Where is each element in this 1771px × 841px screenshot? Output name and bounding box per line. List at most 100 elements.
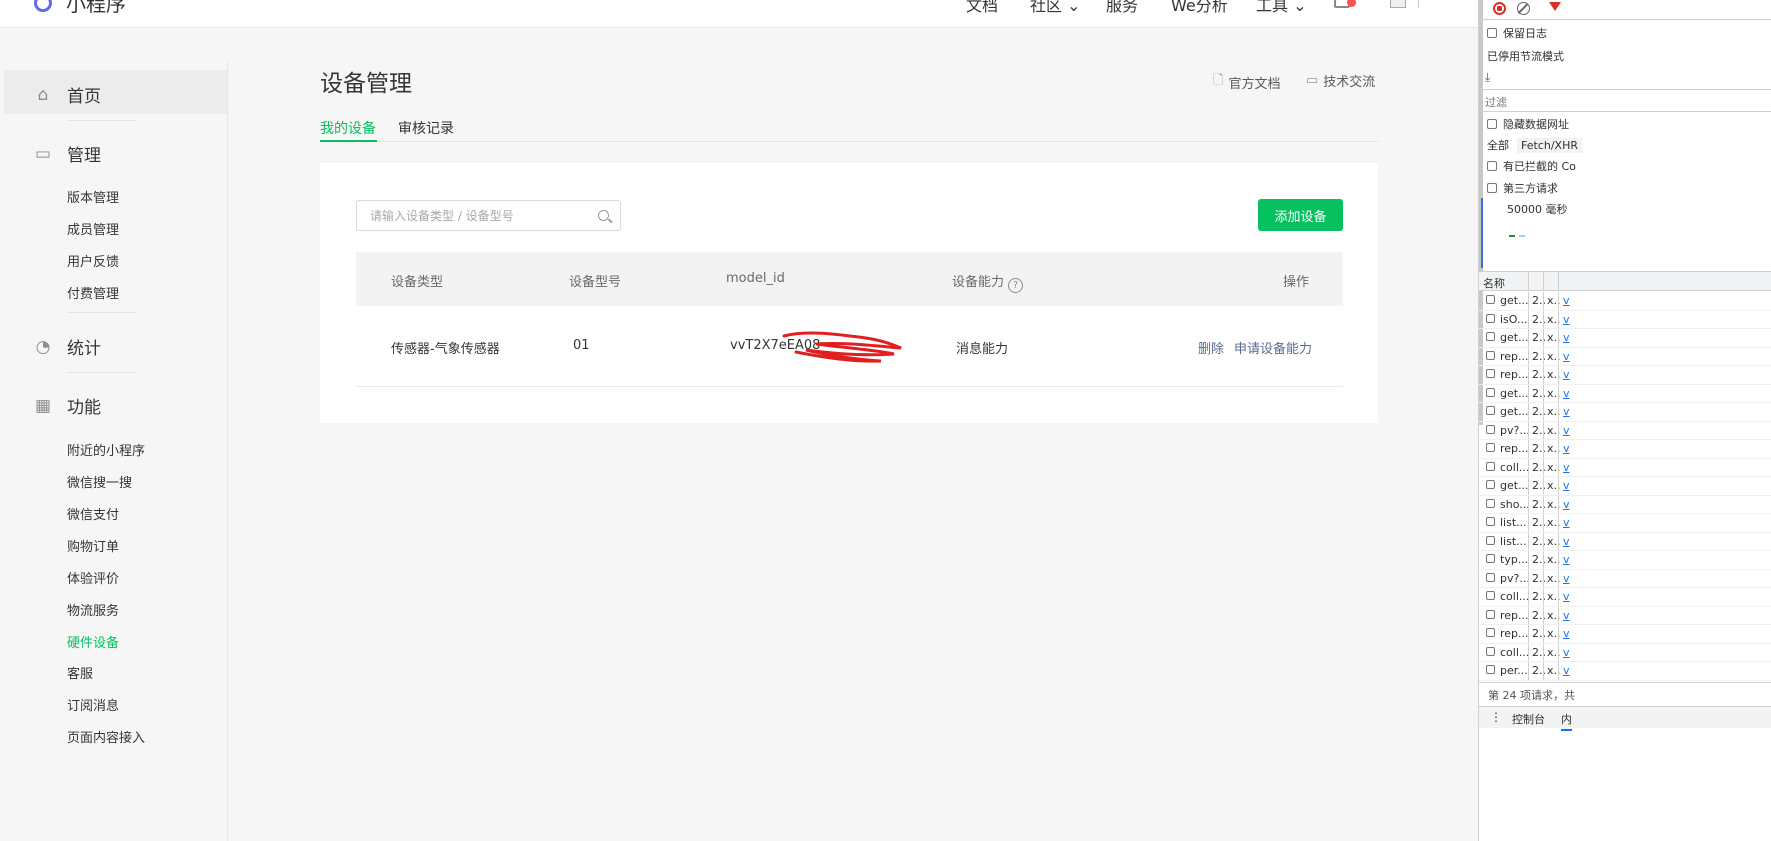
sidebar-item-pay[interactable]: 微信支付: [67, 504, 119, 523]
request-checkbox[interactable]: [1486, 480, 1495, 489]
request-row[interactable]: per... 2.. x.. v: [1479, 662, 1771, 681]
sidebar-item-nearby[interactable]: 附近的小程序: [67, 440, 145, 459]
request-initiator[interactable]: v: [1563, 498, 1570, 511]
sidebar-item-orders[interactable]: 购物订单: [67, 536, 119, 555]
logo[interactable]: 小程序: [34, 0, 126, 17]
sidebar-item-subscribe[interactable]: 订阅消息: [67, 695, 119, 714]
request-initiator[interactable]: v: [1563, 572, 1570, 585]
more-options-icon[interactable]: ⋮: [1490, 710, 1502, 724]
request-initiator[interactable]: v: [1563, 368, 1570, 381]
request-checkbox[interactable]: [1486, 535, 1495, 545]
search-input[interactable]: [357, 201, 587, 230]
sidebar-item-feedback[interactable]: 用户反馈: [67, 251, 119, 270]
request-checkbox[interactable]: [1486, 295, 1495, 304]
request-checkbox[interactable]: [1486, 554, 1495, 563]
tech-exchange-link[interactable]: ▭ 技术交流: [1306, 71, 1375, 90]
sidebar-section-stats[interactable]: ◔ 统计: [34, 334, 101, 360]
filter-input[interactable]: [1483, 94, 1771, 110]
request-initiator[interactable]: v: [1563, 294, 1570, 307]
request-initiator[interactable]: v: [1563, 461, 1570, 474]
request-initiator[interactable]: v: [1563, 627, 1570, 640]
tab-review-records[interactable]: 审核记录: [398, 118, 454, 138]
blocked-option[interactable]: 有已拦截的 Co: [1487, 158, 1576, 174]
request-checkbox[interactable]: [1486, 387, 1495, 397]
filter-icon[interactable]: [1549, 2, 1561, 11]
tab-console[interactable]: 控制台: [1512, 711, 1545, 727]
request-checkbox[interactable]: [1486, 461, 1495, 471]
request-initiator[interactable]: v: [1563, 535, 1570, 548]
request-checkbox[interactable]: [1486, 628, 1495, 637]
sidebar-item-page-content[interactable]: 页面内容接入: [67, 727, 145, 746]
request-checkbox[interactable]: [1486, 591, 1495, 600]
request-checkbox[interactable]: [1486, 665, 1495, 674]
preserve-log-checkbox[interactable]: [1487, 28, 1497, 38]
search-icon[interactable]: [598, 210, 609, 221]
request-row[interactable]: list... 2.. x.. v: [1479, 532, 1771, 551]
request-initiator[interactable]: v: [1563, 516, 1570, 529]
record-stop-icon[interactable]: [1493, 2, 1506, 15]
hide-data-urls-option[interactable]: 隐藏数据网址: [1487, 116, 1569, 132]
request-initiator[interactable]: v: [1563, 609, 1570, 622]
request-row[interactable]: rep... 2.. x.. v: [1479, 440, 1771, 459]
sidebar-section-features[interactable]: ▦ 功能: [34, 393, 101, 419]
request-row[interactable]: get... 2.. x.. v: [1479, 329, 1771, 348]
request-checkbox[interactable]: [1486, 443, 1495, 452]
request-checkbox[interactable]: [1486, 332, 1495, 341]
request-checkbox[interactable]: [1486, 517, 1495, 526]
sidebar-item-hardware[interactable]: 硬件设备: [67, 632, 119, 651]
request-initiator[interactable]: v: [1563, 405, 1570, 418]
request-row[interactable]: coll... 2.. x.. v: [1479, 458, 1771, 477]
blocked-checkbox[interactable]: [1487, 161, 1497, 171]
help-icon[interactable]: ?: [1008, 278, 1024, 293]
sidebar-section-manage[interactable]: ▭ 管理: [34, 141, 101, 167]
request-row[interactable]: coll... 2.. x.. v: [1479, 588, 1771, 607]
sidebar-item-version[interactable]: 版本管理: [67, 187, 119, 206]
request-checkbox[interactable]: [1486, 406, 1495, 415]
throttling-select[interactable]: 已停用节流模式: [1487, 48, 1564, 64]
sidebar-item-reviews[interactable]: 体验评价: [67, 568, 119, 587]
request-checkbox[interactable]: [1486, 313, 1495, 323]
avatar[interactable]: [1390, 0, 1406, 8]
request-initiator[interactable]: v: [1563, 479, 1570, 492]
column-header-name[interactable]: 名称: [1483, 275, 1505, 291]
filter-all[interactable]: 全部: [1487, 137, 1509, 153]
request-row[interactable]: pv?... 2.. x.. v: [1479, 421, 1771, 440]
request-row[interactable]: pv?... 2.. x.. v: [1479, 569, 1771, 588]
nav-community[interactable]: 社区 ⌄: [1030, 0, 1081, 16]
request-initiator[interactable]: v: [1563, 553, 1570, 566]
request-checkbox[interactable]: [1486, 350, 1495, 360]
sidebar-item-payment[interactable]: 付费管理: [67, 283, 119, 302]
delete-link[interactable]: 删除: [1198, 338, 1224, 357]
request-row[interactable]: rep... 2.. x.. v: [1479, 625, 1771, 644]
request-row[interactable]: get... 2.. x.. v: [1479, 384, 1771, 403]
sidebar-item-logistics[interactable]: 物流服务: [67, 600, 119, 619]
filter-fetch-xhr[interactable]: Fetch/XHR: [1517, 137, 1582, 153]
download-icon[interactable]: ⤓: [1485, 70, 1490, 85]
request-row[interactable]: sho... 2.. x.. v: [1479, 495, 1771, 514]
timeline-overview[interactable]: 50000 毫秒: [1481, 198, 1771, 268]
preserve-log-option[interactable]: 保留日志: [1487, 25, 1547, 41]
request-initiator[interactable]: v: [1563, 331, 1570, 344]
request-row[interactable]: isO... 2.. x.. v: [1479, 310, 1771, 329]
nav-docs[interactable]: 文档: [966, 0, 998, 16]
request-checkbox[interactable]: [1486, 572, 1495, 582]
sidebar-item-members[interactable]: 成员管理: [67, 219, 119, 238]
request-checkbox[interactable]: [1486, 609, 1495, 619]
request-row[interactable]: list... 2.. x.. v: [1479, 514, 1771, 533]
request-checkbox[interactable]: [1486, 646, 1495, 656]
request-initiator[interactable]: v: [1563, 664, 1570, 677]
request-checkbox[interactable]: [1486, 424, 1495, 434]
official-docs-link[interactable]: 🗋 官方文档: [1213, 71, 1280, 93]
add-device-button[interactable]: 添加设备: [1258, 199, 1343, 231]
request-row[interactable]: rep... 2.. x.. v: [1479, 347, 1771, 366]
nav-services[interactable]: 服务: [1106, 0, 1138, 16]
hide-data-urls-checkbox[interactable]: [1487, 119, 1497, 129]
sidebar-item-search[interactable]: 微信搜一搜: [67, 472, 132, 491]
third-party-checkbox[interactable]: [1487, 183, 1497, 193]
sidebar-item-home[interactable]: ⌂ 首页: [34, 82, 101, 108]
request-row[interactable]: rep... 2.. x.. v: [1479, 606, 1771, 625]
third-party-option[interactable]: 第三方请求: [1487, 180, 1558, 196]
request-initiator[interactable]: v: [1563, 590, 1570, 603]
request-initiator[interactable]: v: [1563, 350, 1570, 363]
clear-icon[interactable]: [1517, 2, 1530, 15]
